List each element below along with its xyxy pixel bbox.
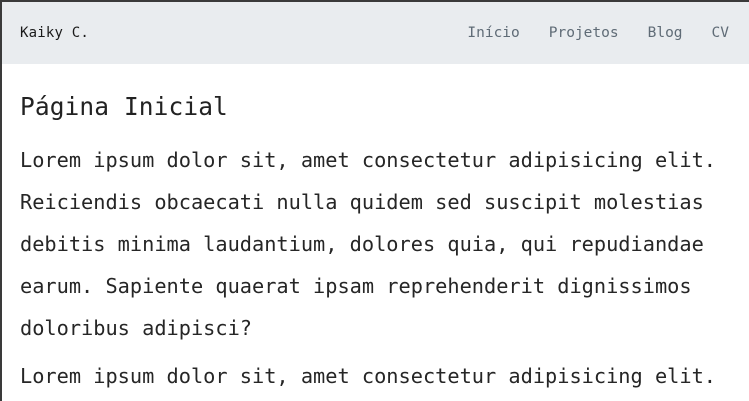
nav-links: Início Projetos Blog CV [467,25,729,41]
browser-viewport: Kaiky C. Início Projetos Blog CV Página … [0,0,749,401]
paragraph: Lorem ipsum dolor sit, amet consectetur … [20,148,716,340]
nav-link-inicio[interactable]: Início [467,25,519,41]
page-title: Página Inicial [20,92,228,121]
nav-link-blog[interactable]: Blog [648,25,683,41]
main-content: Página Inicial Lorem ipsum dolor sit, am… [2,92,749,397]
brand-link[interactable]: Kaiky C. [20,25,89,41]
navbar: Kaiky C. Início Projetos Blog CV [2,2,749,64]
nav-link-cv[interactable]: CV [712,25,729,41]
nav-link-projetos[interactable]: Projetos [549,25,619,41]
paragraph: Lorem ipsum dolor sit, amet consectetur … [20,364,716,388]
